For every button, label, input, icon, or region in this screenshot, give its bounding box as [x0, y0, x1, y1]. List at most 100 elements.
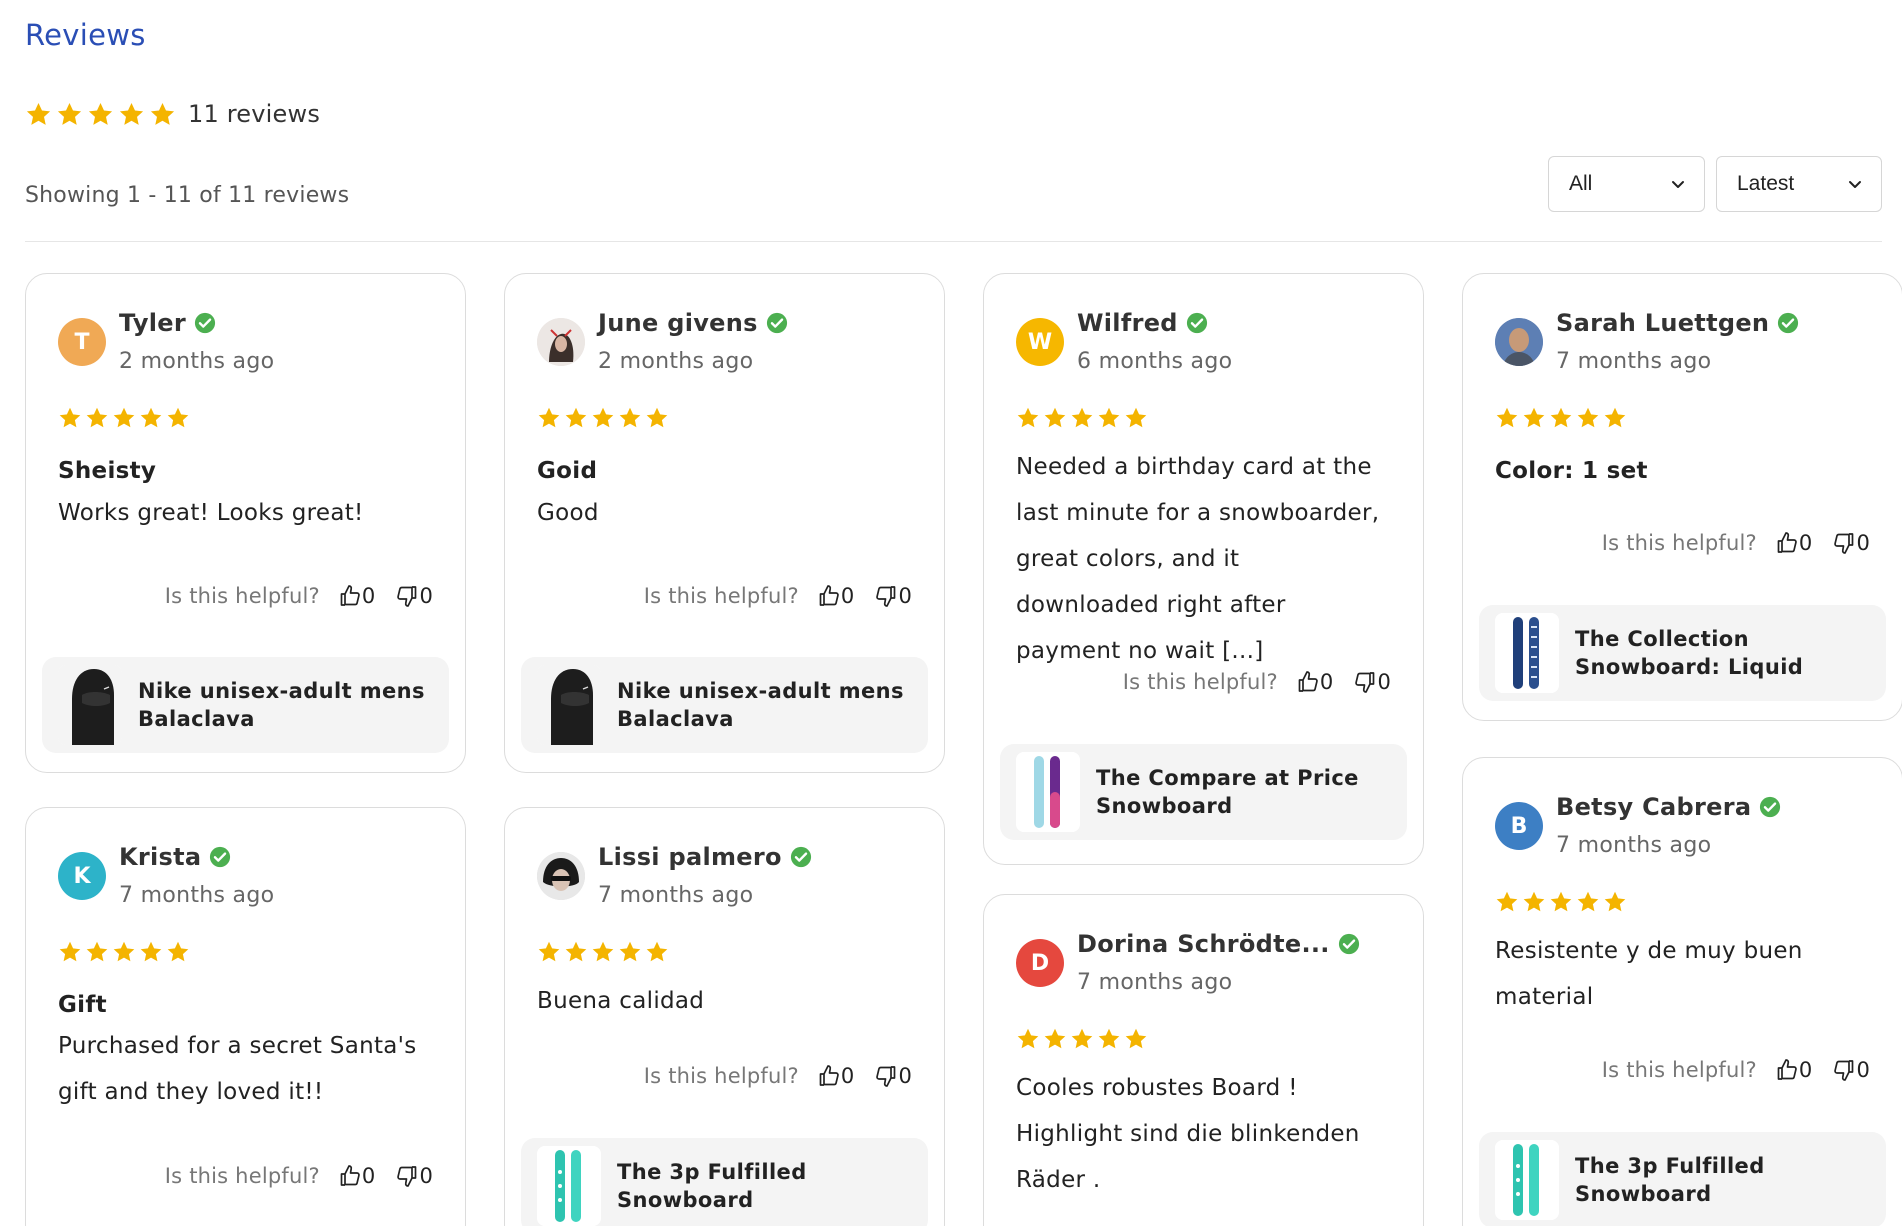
- review-body: Good: [537, 500, 599, 526]
- star-icon: [140, 941, 162, 962]
- star-icon: [1017, 1028, 1039, 1049]
- helpful-label: Is this helpful?: [164, 584, 320, 608]
- review-body: Works great! Looks great!: [58, 500, 364, 526]
- review-date: 2 months ago: [119, 349, 275, 374]
- star-icon: [57, 102, 82, 125]
- product-name: The Compare at Price Snowboard: [1096, 766, 1359, 818]
- review-card: K Krista 7 months ago Gift Purchased for…: [25, 807, 466, 1226]
- thumbs-down-button[interactable]: 0: [395, 584, 433, 608]
- avatar: T: [58, 318, 106, 366]
- thumbs-down-button[interactable]: 0: [1353, 670, 1391, 694]
- helpful-row: Is this helpful? 0 0: [644, 584, 912, 608]
- review-body: Purchased for a secret Santa's gift and …: [58, 1033, 417, 1105]
- star-icon: [88, 102, 113, 125]
- star-icon: [646, 941, 668, 962]
- product-link[interactable]: The Collection Snowboard: Liquid: [1479, 605, 1886, 701]
- thumbs-down-button[interactable]: 0: [1832, 1058, 1870, 1082]
- thumbs-up-icon: [340, 1165, 360, 1186]
- reviewer-name: Tyler: [119, 309, 187, 337]
- product-link[interactable]: Nike unisex-adult mens Balaclava: [521, 657, 928, 753]
- thumbs-up-button[interactable]: 0: [1296, 670, 1334, 694]
- snowboard-image: [1016, 752, 1080, 832]
- reviewer-name: Lissi palmero: [598, 843, 782, 871]
- star-icon: [86, 407, 108, 428]
- review-title: Gift: [58, 992, 107, 1018]
- star-icon: [1098, 407, 1120, 428]
- downvote-count: 0: [419, 1164, 433, 1188]
- review-date: 7 months ago: [598, 883, 754, 908]
- avatar: D: [1016, 939, 1064, 987]
- snowboard-image: [1495, 613, 1559, 693]
- avatar: K: [58, 852, 106, 900]
- avatar: [1495, 318, 1543, 366]
- star-icon: [592, 407, 614, 428]
- downvote-count: 0: [1377, 670, 1391, 694]
- summary-stars: [25, 101, 176, 128]
- thumbs-up-icon: [1777, 1059, 1797, 1080]
- helpful-label: Is this helpful?: [1601, 531, 1757, 555]
- thumbs-up-button[interactable]: 0: [338, 584, 376, 608]
- verified-check-icon: [194, 312, 216, 334]
- star-icon: [1071, 407, 1093, 428]
- thumbs-up-icon: [340, 585, 360, 606]
- thumbs-up-button[interactable]: 0: [1775, 1058, 1813, 1082]
- verified-check-icon: [1760, 796, 1781, 818]
- thumbs-down-button[interactable]: 0: [1832, 531, 1870, 555]
- thumbs-down-button[interactable]: 0: [395, 1164, 433, 1188]
- showing-range: Showing 1 - 11 of 11 reviews: [25, 183, 350, 208]
- rating-filter-select[interactable]: All: [1548, 156, 1705, 212]
- balaclava-image: [537, 665, 601, 745]
- upvote-count: 0: [1798, 531, 1813, 555]
- thumbs-up-icon: [819, 1065, 839, 1086]
- star-icon: [167, 407, 189, 428]
- star-icon: [140, 407, 162, 428]
- thumbs-down-icon: [876, 586, 896, 607]
- review-body: Needed a birthday card at the last minut…: [1016, 454, 1380, 664]
- reviewer-name: Sarah Luettgen: [1556, 309, 1770, 337]
- product-name: The Collection Snowboard: Liquid: [1575, 627, 1804, 679]
- product-link[interactable]: The 3p Fulfilled Snowboard: [521, 1138, 928, 1226]
- downvote-count: 0: [1856, 531, 1870, 555]
- product-link[interactable]: The Compare at Price Snowboard: [1000, 744, 1407, 840]
- verified-check-icon: [790, 846, 811, 868]
- snowboard-image: [537, 1146, 601, 1226]
- review-stars: [1016, 1027, 1148, 1051]
- star-icon: [1071, 1028, 1093, 1049]
- product-link[interactable]: Nike unisex-adult mens Balaclava: [42, 657, 449, 753]
- review-date: 7 months ago: [1556, 833, 1712, 858]
- thumbs-up-button[interactable]: 0: [338, 1164, 376, 1188]
- thumbs-up-icon: [1777, 532, 1797, 553]
- downvote-count: 0: [898, 584, 912, 608]
- star-icon: [592, 941, 614, 962]
- thumbs-up-icon: [1298, 671, 1318, 692]
- review-title: Goid: [537, 458, 598, 484]
- thumbs-up-button[interactable]: 0: [817, 1064, 855, 1088]
- star-icon: [59, 407, 81, 428]
- review-date: 7 months ago: [1077, 970, 1233, 995]
- user-photo-icon: [1495, 318, 1543, 366]
- star-icon: [1604, 407, 1626, 428]
- reviewer-name: Wilfred: [1077, 309, 1178, 337]
- star-icon: [1125, 407, 1147, 428]
- star-icon: [538, 941, 560, 962]
- thumbs-down-button[interactable]: 0: [874, 584, 912, 608]
- thumbs-down-icon: [876, 1066, 896, 1087]
- thumbs-up-button[interactable]: 0: [1775, 531, 1813, 555]
- balaclava-image: [58, 665, 122, 745]
- star-icon: [538, 407, 560, 428]
- thumbs-down-button[interactable]: 0: [874, 1064, 912, 1088]
- reviews-widget: Reviews 11 reviews Showing 1 - 11 of 11 …: [0, 0, 1902, 1226]
- star-icon: [619, 941, 641, 962]
- review-stars: [537, 406, 669, 430]
- review-stars: [58, 940, 190, 964]
- thumbs-up-icon: [819, 585, 839, 606]
- product-link[interactable]: The 3p Fulfilled Snowboard: [1479, 1132, 1886, 1226]
- star-icon: [1577, 891, 1599, 912]
- review-date: 7 months ago: [1556, 349, 1712, 374]
- sort-select[interactable]: Latest: [1716, 156, 1882, 212]
- verified-check-icon: [1186, 312, 1207, 334]
- thumbs-down-icon: [397, 586, 417, 607]
- thumbs-up-button[interactable]: 0: [817, 584, 855, 608]
- review-card: Lissi palmero 7 months ago Buena calidad…: [504, 807, 945, 1226]
- upvote-count: 0: [1319, 670, 1334, 694]
